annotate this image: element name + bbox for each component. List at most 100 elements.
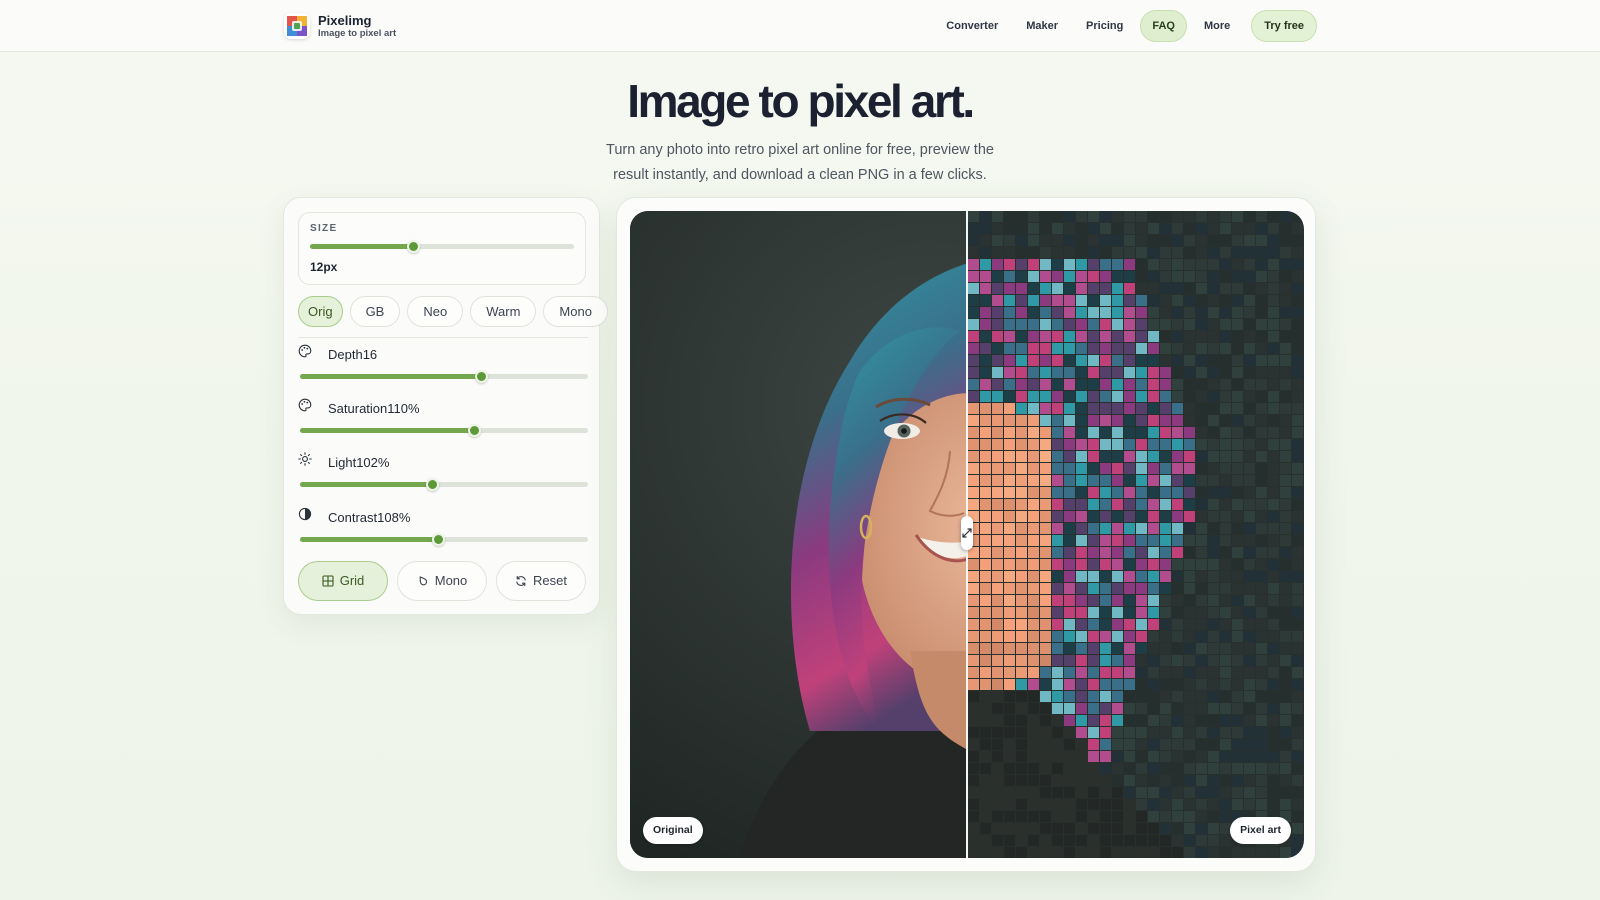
pixel-cell <box>1028 571 1039 582</box>
comparison-handle[interactable] <box>961 516 973 550</box>
pixel-cell <box>1004 259 1015 270</box>
pixel-cell <box>1268 667 1279 678</box>
pixel-cell <box>1232 847 1243 858</box>
preset-gb[interactable]: GB <box>349 296 401 327</box>
light-slider-thumb[interactable] <box>426 478 440 491</box>
pixel-cell <box>1196 307 1207 318</box>
mono-button[interactable]: Mono <box>397 561 487 601</box>
pixel-cell <box>1088 727 1099 738</box>
pixel-cell <box>1076 727 1087 738</box>
contrast-slider-thumb[interactable] <box>432 533 446 546</box>
preset-neo[interactable]: Neo <box>407 296 464 327</box>
pixel-cell <box>1220 703 1231 714</box>
pixel-cell <box>1256 211 1267 222</box>
pixel-cell <box>968 379 979 390</box>
pixel-cell <box>1148 535 1159 546</box>
pixel-cell <box>992 499 1003 510</box>
pixel-cell <box>1028 823 1039 834</box>
saturation-slider-thumb[interactable] <box>468 424 482 437</box>
reset-button[interactable]: Reset <box>496 561 586 601</box>
pixel-cell <box>1052 523 1063 534</box>
pixel-cell <box>980 511 991 522</box>
nav-maker[interactable]: Maker <box>1015 10 1069 42</box>
pixel-cell <box>1124 547 1135 558</box>
preset-orig[interactable]: Orig <box>298 296 343 327</box>
pixel-cell <box>1280 679 1291 690</box>
pixel-cell <box>1124 559 1135 570</box>
pixel-cell <box>1124 391 1135 402</box>
size-slider-thumb[interactable] <box>406 240 420 253</box>
nav-pricing[interactable]: Pricing <box>1075 10 1134 42</box>
pixel-cell <box>1280 295 1291 306</box>
try-free-button[interactable]: Try free <box>1251 10 1317 42</box>
nav-more[interactable]: More <box>1193 10 1241 42</box>
pixel-cell <box>980 787 991 798</box>
pixel-cell <box>968 619 979 630</box>
brand[interactable]: Pixelimg Image to pixel art <box>284 13 396 39</box>
pixel-cell <box>1136 487 1147 498</box>
pixel-cell <box>1028 247 1039 258</box>
pixel-cell <box>1100 559 1111 570</box>
pixel-cell <box>1040 223 1051 234</box>
depth-slider-thumb[interactable] <box>475 370 489 383</box>
pixel-cell <box>1280 367 1291 378</box>
pixel-cell <box>1196 607 1207 618</box>
saturation-slider[interactable] <box>300 424 588 437</box>
pixel-cell <box>1220 499 1231 510</box>
pixel-cell <box>1004 379 1015 390</box>
pixel-cell <box>1148 307 1159 318</box>
pixel-cell <box>1064 727 1075 738</box>
size-slider[interactable] <box>310 240 574 253</box>
pixel-cell <box>1172 247 1183 258</box>
pixel-cell <box>1280 751 1291 762</box>
preset-mono[interactable]: Mono <box>543 296 608 327</box>
pixel-cell <box>968 223 979 234</box>
pixel-cell <box>1016 391 1027 402</box>
preset-warm[interactable]: Warm <box>470 296 537 327</box>
pixel-cell <box>1232 295 1243 306</box>
pixel-cell <box>968 427 979 438</box>
pixel-cell <box>1292 463 1303 474</box>
pixel-cell <box>1016 487 1027 498</box>
pixel-cell <box>1160 271 1171 282</box>
pixel-cell <box>1208 343 1219 354</box>
grid-button[interactable]: Grid <box>298 561 388 601</box>
pixel-cell <box>1136 247 1147 258</box>
pixel-cell <box>1076 655 1087 666</box>
pixel-cell <box>1256 763 1267 774</box>
comparison-viewer[interactable]: Original Pixel art <box>630 211 1304 858</box>
pixel-cell <box>1100 283 1111 294</box>
pixel-cell <box>1076 343 1087 354</box>
pixel-cell <box>992 679 1003 690</box>
pixel-cell <box>1292 319 1303 330</box>
pixel-cell <box>980 235 991 246</box>
pixel-cell <box>1148 475 1159 486</box>
contrast-slider[interactable] <box>300 533 588 546</box>
pixel-cell <box>1088 715 1099 726</box>
pixel-cell <box>1112 631 1123 642</box>
pixel-cell <box>1040 451 1051 462</box>
pixel-cell <box>968 451 979 462</box>
pixel-cell <box>1004 667 1015 678</box>
pixel-cell <box>1100 295 1111 306</box>
pixel-cell <box>1016 427 1027 438</box>
depth-slider[interactable] <box>300 370 588 383</box>
nav-faq[interactable]: FAQ <box>1140 10 1187 42</box>
pixel-cell <box>1232 691 1243 702</box>
pixel-cell <box>1148 259 1159 270</box>
light-slider[interactable] <box>300 478 588 491</box>
pixel-cell <box>1016 559 1027 570</box>
pixel-cell <box>1268 283 1279 294</box>
pixel-cell <box>1136 535 1147 546</box>
pixel-cell <box>968 691 979 702</box>
palette-presets: Orig GB Neo Warm Mono <box>298 296 608 327</box>
pixel-cell <box>1028 667 1039 678</box>
depth-slider-fill <box>300 374 482 379</box>
pixel-cell <box>1256 799 1267 810</box>
pixel-cell <box>1208 487 1219 498</box>
pixel-cell <box>1280 847 1291 858</box>
nav-converter[interactable]: Converter <box>935 10 1009 42</box>
saturation-control: Saturation110% <box>298 398 588 448</box>
pixel-cell <box>1100 643 1111 654</box>
pixel-cell <box>1256 847 1267 858</box>
